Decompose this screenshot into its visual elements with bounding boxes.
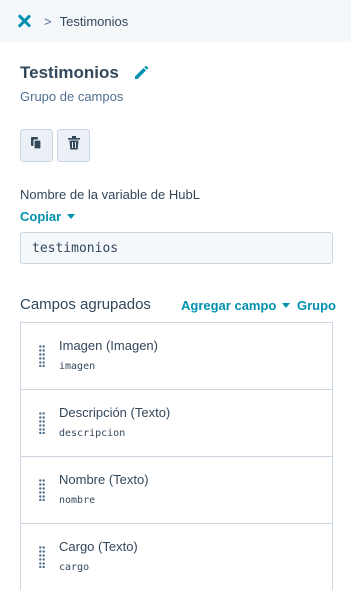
- field-key: descripcion: [59, 428, 126, 439]
- grouped-fields-header: Campos agrupados Agregar campo Grupo: [20, 296, 351, 316]
- copy-icon: [30, 136, 43, 155]
- list-item[interactable]: Nombre (Texto) nombre: [21, 457, 332, 524]
- breadcrumb-separator: >: [44, 13, 52, 29]
- field-key: cargo: [59, 562, 90, 573]
- page-title: Testimonios: [20, 63, 119, 82]
- field-key: imagen: [59, 361, 96, 372]
- pencil-icon[interactable]: [133, 65, 149, 81]
- list-item[interactable]: Descripción (Texto) descripcion: [21, 390, 332, 457]
- chevron-down-icon: [67, 214, 76, 219]
- delete-button[interactable]: [57, 129, 90, 162]
- close-icon[interactable]: [16, 13, 32, 29]
- field-name: Imagen (Imagen): [59, 338, 158, 353]
- drag-handle-icon[interactable]: [39, 546, 45, 569]
- group-link[interactable]: Grupo: [297, 298, 336, 313]
- hubl-variable-field[interactable]: testimonios: [20, 232, 333, 264]
- drag-handle-icon[interactable]: [39, 412, 45, 435]
- trash-icon: [67, 136, 80, 155]
- copy-dropdown[interactable]: Copiar: [20, 209, 76, 224]
- add-field-label: Agregar campo: [181, 298, 277, 313]
- drag-handle-icon[interactable]: [39, 345, 45, 368]
- grouped-fields-title: Campos agrupados: [20, 296, 151, 313]
- list-item[interactable]: Imagen (Imagen) imagen: [21, 323, 332, 390]
- grouped-fields-list: Imagen (Imagen) imagen Descripción (Text…: [20, 322, 333, 590]
- chevron-down-icon: [282, 303, 291, 308]
- breadcrumb-current: Testimonios: [59, 13, 129, 29]
- field-key: nombre: [59, 495, 96, 506]
- page-subtitle: Grupo de campos: [20, 89, 124, 104]
- field-name: Descripción (Texto): [59, 405, 171, 420]
- drag-handle-icon[interactable]: [39, 479, 45, 502]
- list-item[interactable]: Cargo (Texto) cargo: [21, 524, 332, 590]
- page-header: Testimonios: [20, 63, 149, 83]
- clone-button[interactable]: [20, 129, 53, 162]
- field-name: Cargo (Texto): [59, 539, 138, 554]
- breadcrumb: > Testimonios: [0, 0, 351, 42]
- copy-label: Copiar: [20, 209, 62, 224]
- field-name: Nombre (Texto): [59, 472, 149, 487]
- hubl-variable-label: Nombre de la variable de HubL: [20, 187, 200, 202]
- add-field-dropdown[interactable]: Agregar campo: [181, 298, 291, 313]
